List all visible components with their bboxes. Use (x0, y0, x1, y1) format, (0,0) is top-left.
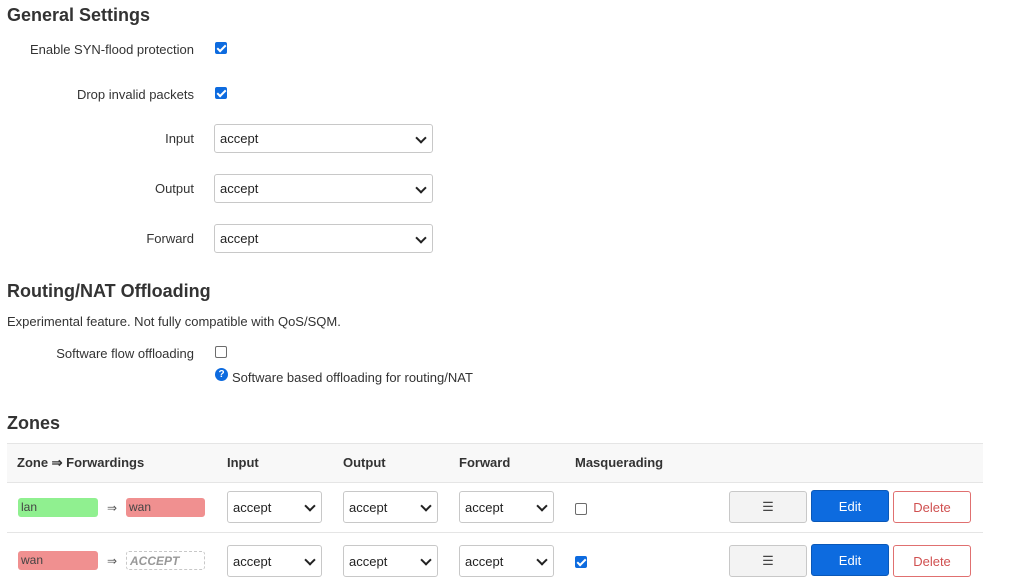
forwarding-arrow: ⇒ (107, 501, 118, 515)
zones-title: Zones (7, 413, 61, 433)
chevron-down-icon (304, 500, 316, 512)
col-masquerading: Masquerading (575, 455, 664, 470)
zone-input-value: accept (233, 553, 272, 569)
masquerading-checkbox[interactable] (575, 556, 587, 568)
col-output: Output (343, 455, 386, 470)
drop-invalid-checkbox[interactable] (215, 87, 227, 99)
sw-flow-offloading-label: Software flow offloading (56, 346, 194, 361)
dest-badge-accept: ACCEPT (126, 551, 205, 570)
chevron-down-icon (536, 554, 548, 566)
drop-invalid-label: Drop invalid packets (76, 87, 194, 102)
forward-policy-select[interactable]: accept (214, 224, 433, 253)
edit-button[interactable]: Edit (811, 490, 889, 522)
zone-output-value: accept (349, 499, 388, 515)
forwarding-arrow: ⇒ (107, 554, 118, 568)
zone-input-value: accept (233, 499, 272, 515)
col-zone-forwardings: Zone ⇒ Forwardings (17, 455, 145, 470)
sw-flow-offloading-help: Software based offloading for routing/NA… (232, 370, 473, 385)
col-input: Input (227, 455, 259, 470)
output-policy-value: accept (220, 181, 259, 196)
offloading-description: Experimental feature. Not fully compatib… (7, 314, 341, 329)
zone-forward-select[interactable]: accept (459, 491, 554, 523)
menu-icon: ☰ (762, 553, 774, 568)
zone-output-value: accept (349, 553, 388, 569)
delete-button[interactable]: Delete (893, 545, 971, 577)
menu-icon: ☰ (762, 499, 774, 514)
zone-forward-select[interactable]: accept (459, 545, 554, 577)
zone-input-select[interactable]: accept (227, 545, 322, 577)
syn-flood-checkbox[interactable] (215, 42, 227, 54)
general-settings-title: General Settings (7, 5, 151, 25)
input-policy-label: Input (165, 131, 194, 146)
dest-badge-wan: wan (126, 498, 205, 517)
chevron-down-icon (415, 181, 427, 194)
col-forward: Forward (459, 455, 511, 470)
zone-input-select[interactable]: accept (227, 491, 322, 523)
delete-button[interactable]: Delete (893, 491, 971, 523)
forward-policy-value: accept (220, 231, 259, 246)
syn-flood-label: Enable SYN-flood protection (29, 42, 194, 57)
drag-menu-button[interactable]: ☰ (729, 491, 807, 523)
output-policy-label: Output (154, 181, 194, 196)
chevron-down-icon (304, 554, 316, 566)
help-icon: ? (215, 368, 228, 381)
input-policy-value: accept (220, 131, 259, 146)
zone-badge-lan: lan (18, 498, 98, 517)
chevron-down-icon (420, 500, 432, 512)
edit-button[interactable]: Edit (811, 544, 889, 576)
masquerading-checkbox[interactable] (575, 503, 587, 515)
zone-forward-value: accept (465, 553, 504, 569)
zone-badge-wan: wan (18, 551, 98, 570)
row-divider (7, 532, 983, 533)
zone-output-select[interactable]: accept (343, 545, 438, 577)
chevron-down-icon (415, 131, 427, 144)
sw-flow-offloading-checkbox[interactable] (215, 346, 227, 358)
offloading-title: Routing/NAT Offloading (7, 281, 211, 301)
drag-menu-button[interactable]: ☰ (729, 545, 807, 577)
zone-forward-value: accept (465, 499, 504, 515)
forward-policy-label: Forward (146, 231, 194, 246)
zone-output-select[interactable]: accept (343, 491, 438, 523)
input-policy-select[interactable]: accept (214, 124, 433, 153)
chevron-down-icon (415, 231, 427, 244)
output-policy-select[interactable]: accept (214, 174, 433, 203)
chevron-down-icon (536, 500, 548, 512)
chevron-down-icon (420, 554, 432, 566)
